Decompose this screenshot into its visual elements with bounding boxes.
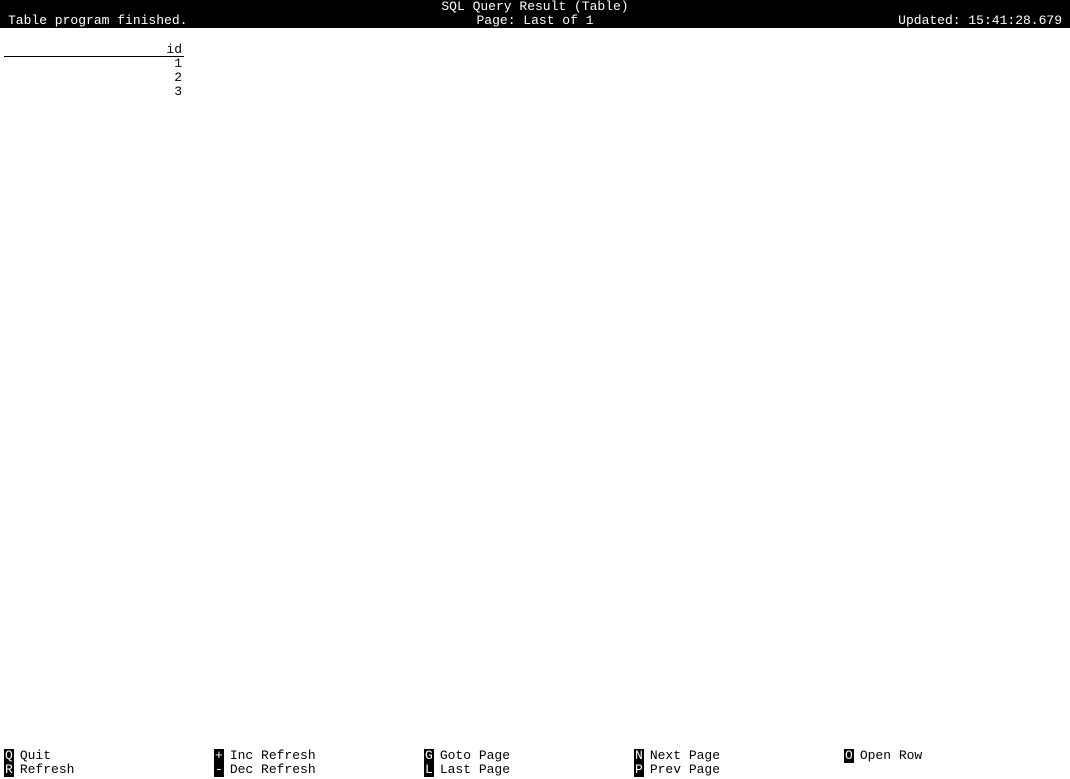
table-row[interactable]: 3 <box>4 85 184 99</box>
shortcut-inc-refresh[interactable]: + Inc Refresh <box>214 749 424 763</box>
header-bar: SQL Query Result (Table) Page: Last of 1… <box>0 0 1070 28</box>
result-table: id 1 2 3 <box>4 42 184 99</box>
key-p: P <box>634 763 644 777</box>
table-row[interactable]: 2 <box>4 71 184 85</box>
key-r: R <box>4 763 14 777</box>
shortcut-goto-page[interactable]: G Goto Page <box>424 749 634 763</box>
shortcut-label: Prev Page <box>650 762 720 777</box>
shortcut-label: Next Page <box>650 748 720 763</box>
key-o: O <box>844 749 854 763</box>
shortcut-label: Open Row <box>860 748 922 763</box>
shortcut-label: Goto Page <box>440 748 510 763</box>
shortcut-prev-page[interactable]: P Prev Page <box>634 763 844 777</box>
key-g: G <box>424 749 434 763</box>
key-n: N <box>634 749 644 763</box>
shortcut-label: Dec Refresh <box>230 762 316 777</box>
status-text: Table program finished. <box>8 14 187 28</box>
updated-timestamp: Updated: 15:41:28.679 <box>898 14 1062 28</box>
key-plus: + <box>214 749 224 763</box>
shortcut-last-page[interactable]: L Last Page <box>424 763 634 777</box>
shortcut-label: Quit <box>20 748 51 763</box>
shortcut-refresh[interactable]: R Refresh <box>4 763 214 777</box>
shortcut-dec-refresh[interactable]: -Dec Refresh <box>214 763 424 777</box>
key-l: L <box>424 763 434 777</box>
column-header-id: id <box>4 42 184 57</box>
window-title: SQL Query Result (Table) <box>0 0 1070 14</box>
key-minus: - <box>214 763 224 777</box>
shortcut-label: Inc Refresh <box>230 748 316 763</box>
footer-shortcuts: Q Quit R Refresh + Inc Refresh -Dec Refresh… <box>4 749 1066 777</box>
shortcut-quit[interactable]: Q Quit <box>4 749 214 763</box>
key-q: Q <box>4 749 14 763</box>
shortcut-label: Refresh <box>20 762 75 777</box>
table-row[interactable]: 1 <box>4 57 184 71</box>
shortcut-open-row[interactable]: O Open Row <box>844 749 1054 763</box>
content-area: id 1 2 3 <box>0 28 1070 749</box>
shortcut-label: Last Page <box>440 762 510 777</box>
shortcut-next-page[interactable]: N Next Page <box>634 749 844 763</box>
